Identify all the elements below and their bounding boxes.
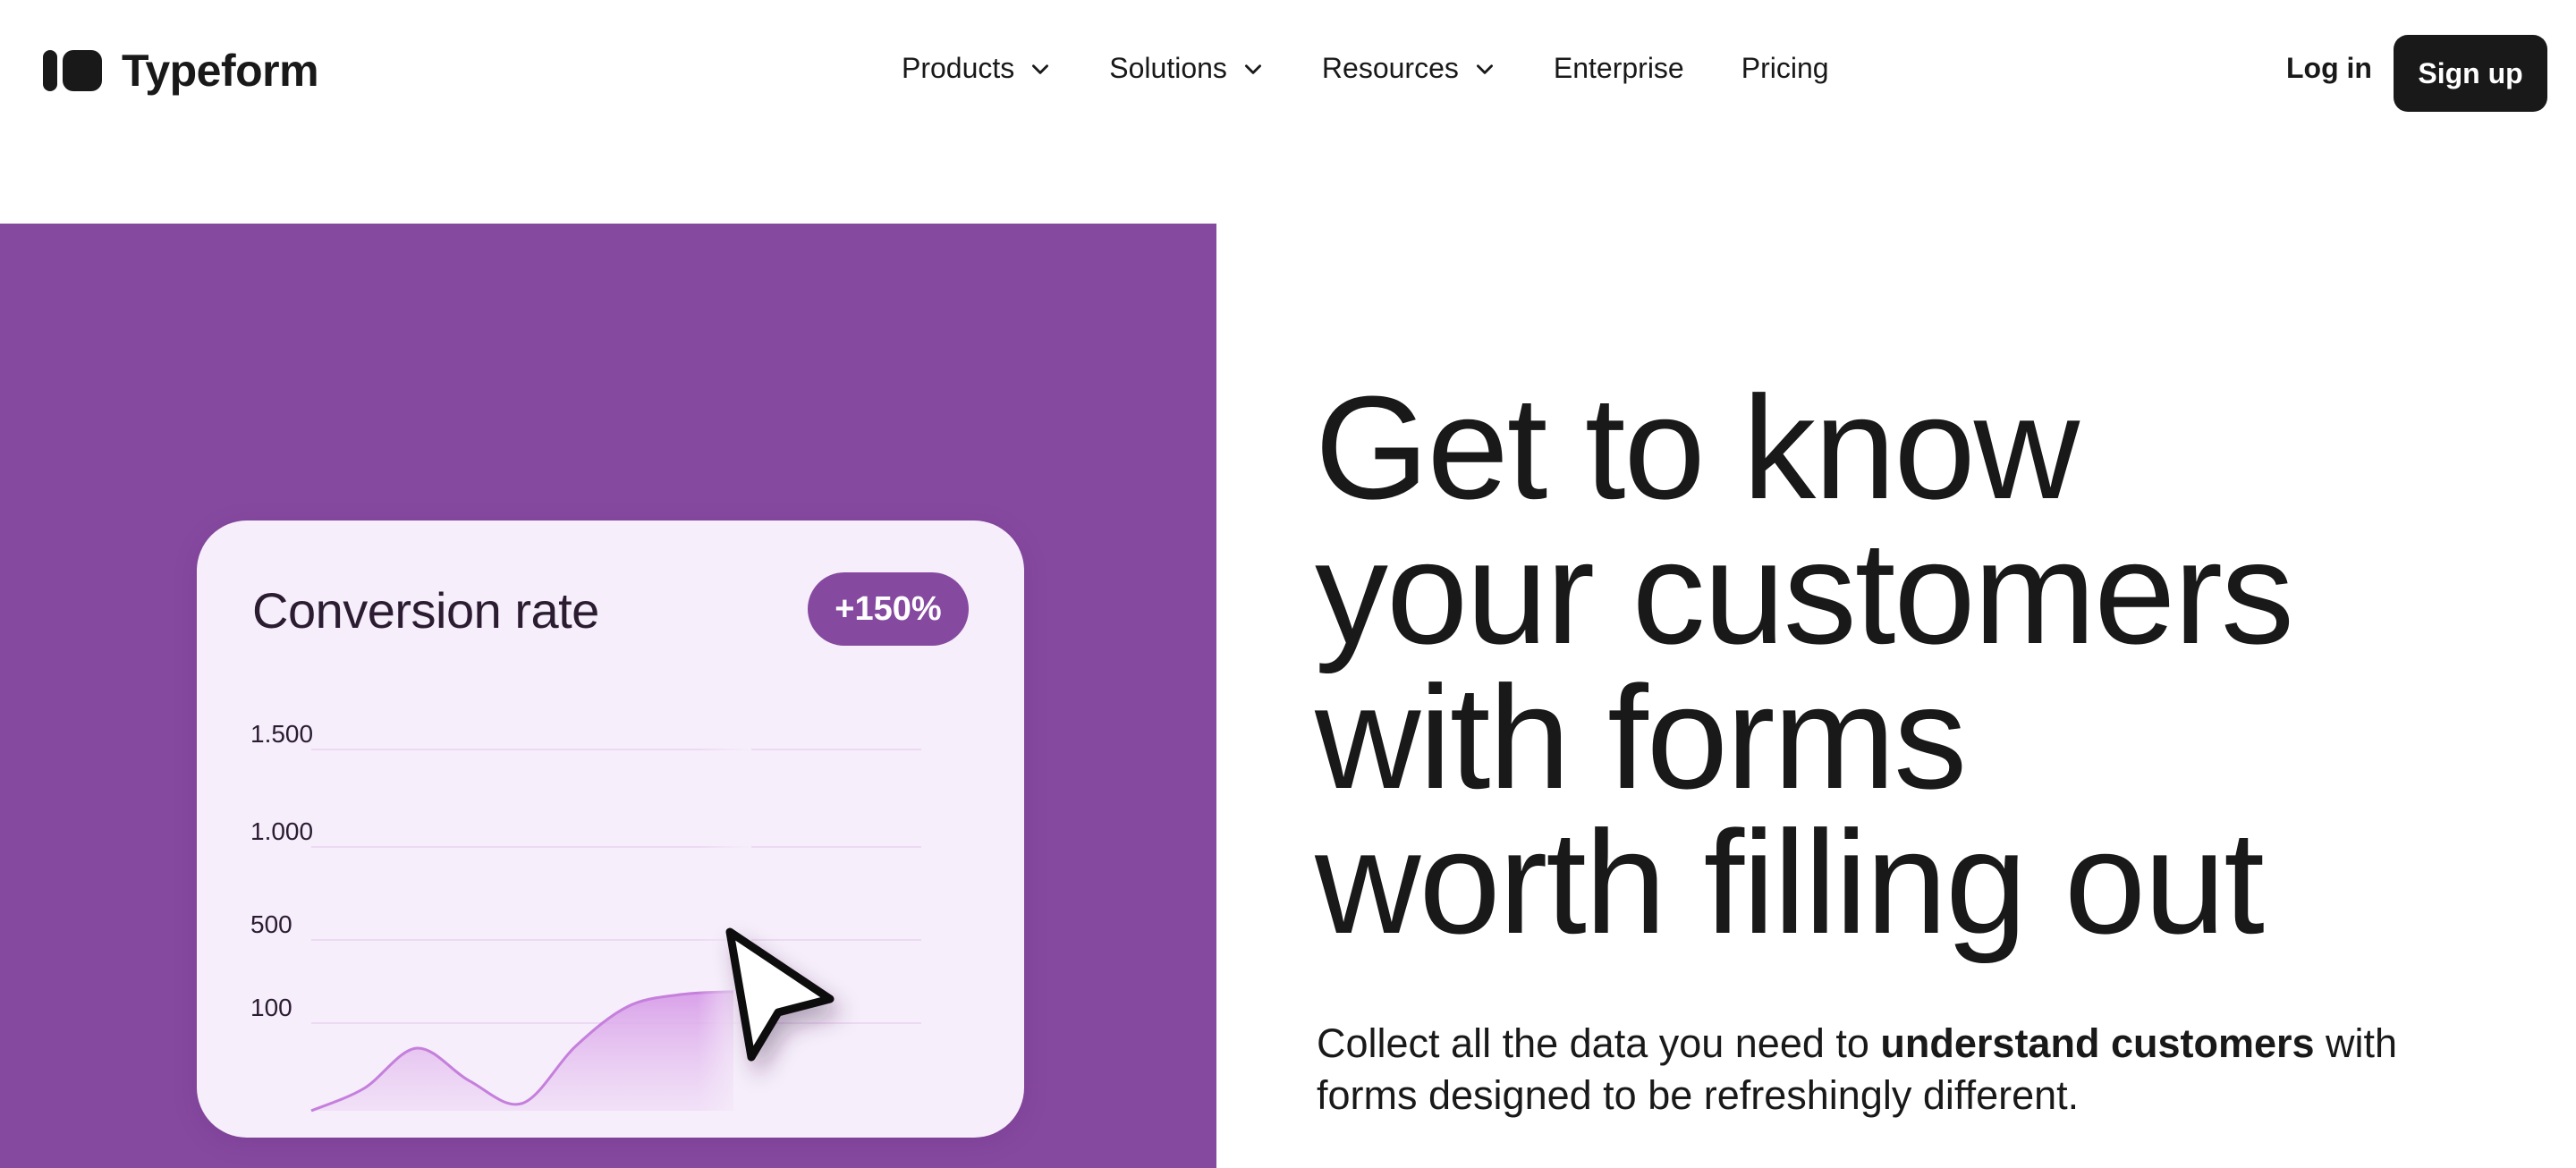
subcopy-emphasis: understand customers xyxy=(1880,1020,2315,1066)
nav-item-solutions[interactable]: Solutions xyxy=(1109,52,1265,85)
typeform-logo-icon xyxy=(43,50,102,91)
chevron-down-icon xyxy=(1241,57,1265,80)
nav-item-label: Products xyxy=(902,52,1015,84)
signup-button[interactable]: Sign up xyxy=(2394,35,2547,112)
brand-name: Typeform xyxy=(122,46,319,96)
nav-item-label: Solutions xyxy=(1109,52,1227,84)
growth-badge: +150% xyxy=(808,572,969,646)
conversion-card: Conversion rate +150% 1.500 1.000 500 100 xyxy=(197,521,1024,1138)
y-tick-label: 1.000 xyxy=(250,817,313,845)
main-menu: Products Solutions Resources Enterprise … xyxy=(902,52,1886,85)
headline-line: Get to know xyxy=(1315,366,2080,529)
chevron-down-icon xyxy=(1473,57,1496,80)
headline-line: worth filling out xyxy=(1315,800,2265,964)
nav-item-resources[interactable]: Resources xyxy=(1322,52,1496,85)
y-tick-label: 1.500 xyxy=(250,720,313,748)
subcopy-text: Collect all the data you need to xyxy=(1317,1020,1881,1066)
cursor-arrow-icon xyxy=(725,927,835,1062)
headline-line: with forms xyxy=(1315,656,1967,819)
nav-item-enterprise[interactable]: Enterprise xyxy=(1554,52,1684,85)
hero-headline: Get to know your customers with forms wo… xyxy=(1315,366,2294,964)
headline-line: your customers xyxy=(1315,511,2294,674)
brand-logo[interactable]: Typeform xyxy=(43,45,319,97)
card-title: Conversion rate xyxy=(252,582,599,639)
y-tick-label: 500 xyxy=(250,910,292,938)
y-tick-label: 100 xyxy=(250,994,292,1021)
top-nav: Typeform Products Solutions Resources En… xyxy=(0,0,2576,143)
conversion-chart: 1.500 1.000 500 100 xyxy=(250,708,921,1120)
hero-subcopy: Collect all the data you need to underst… xyxy=(1317,1018,2479,1121)
login-link[interactable]: Log in xyxy=(2286,52,2372,85)
nav-item-pricing[interactable]: Pricing xyxy=(1741,52,1829,85)
nav-item-label: Pricing xyxy=(1741,52,1829,84)
nav-item-products[interactable]: Products xyxy=(902,52,1052,85)
chart-fade xyxy=(572,708,751,1120)
nav-item-label: Enterprise xyxy=(1553,52,1684,84)
chevron-down-icon xyxy=(1029,57,1052,80)
nav-item-label: Resources xyxy=(1321,52,1459,84)
hero-visual: Conversion rate +150% 1.500 1.000 500 100 xyxy=(0,224,1216,1168)
